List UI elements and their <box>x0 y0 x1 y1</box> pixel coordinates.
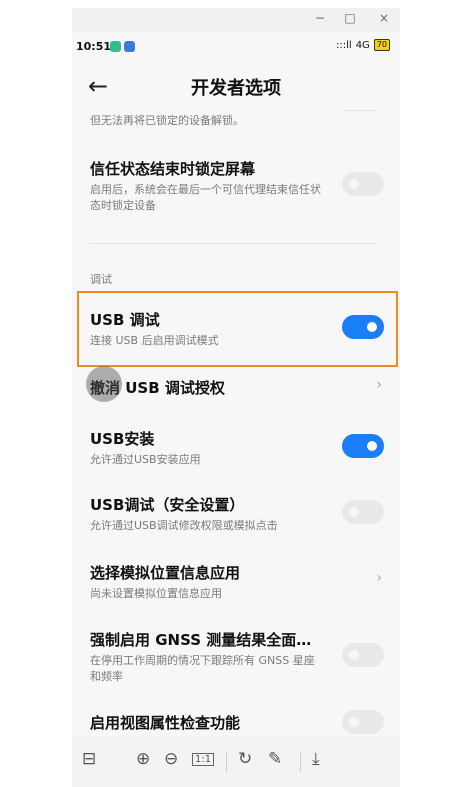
setting-title: USB调试（安全设置） <box>90 496 245 514</box>
setting-title: 信任状态结束时锁定屏幕 <box>90 160 256 178</box>
setting-title: 强制启用 GNSS 测量结果全面… <box>90 631 312 649</box>
usb-install-toggle[interactable] <box>342 434 384 458</box>
setting-subtitle: 允许通过USB安装应用 <box>90 453 201 466</box>
status-indicators: :::ll 4G 70 <box>336 39 390 51</box>
maximize-button[interactable]: □ <box>340 11 360 25</box>
zoom-in-icon[interactable]: ⊕ <box>136 749 150 769</box>
setting-subtitle: 尚未设置模拟位置信息应用 <box>90 587 222 600</box>
toolbar-divider <box>226 752 227 772</box>
section-label-debug: 调试 <box>90 273 112 286</box>
setting-usb-install[interactable]: USB安装 允许通过USB安装应用 <box>90 428 384 468</box>
setting-usb-debug-security[interactable]: USB调试（安全设置） 允许通过USB调试修改权限或模拟点击 <box>90 494 384 534</box>
trust-lock-toggle[interactable] <box>342 172 384 196</box>
actual-size-button[interactable]: 1:1 <box>192 753 215 766</box>
window-title-bar: − □ × <box>72 8 400 32</box>
toolbar-divider <box>300 752 301 772</box>
setting-subtitle: 允许通过USB调试修改权限或模拟点击 <box>90 519 278 532</box>
partial-setting-text: 但无法再将已锁定的设备解锁。 <box>90 114 244 127</box>
close-button[interactable]: × <box>374 11 394 25</box>
network-label: 4G <box>355 39 370 51</box>
app-notification-icon <box>110 41 121 52</box>
app-notification-icon <box>124 41 135 52</box>
phone-screen: 10:51 :::ll 4G 70 ← 开发者选项 但无法再将已锁定的设备解锁。… <box>72 32 400 787</box>
usb-debugging-highlight-box <box>77 291 398 367</box>
setting-subtitle: 启用后，系统会在最后一个可信代理结束信任状态时锁定设备 <box>90 183 321 212</box>
edit-icon[interactable]: ✎ <box>268 749 282 769</box>
setting-mock-location[interactable]: 选择模拟位置信息应用 尚未设置模拟位置信息应用 › <box>90 562 382 602</box>
panel-icon[interactable]: ⊟ <box>82 749 96 769</box>
setting-trust-lock[interactable]: 信任状态结束时锁定屏幕 启用后，系统会在最后一个可信代理结束信任状态时锁定设备 <box>90 158 384 214</box>
setting-title: 撤消 USB 调试授权 <box>90 379 225 397</box>
divider <box>344 110 378 111</box>
setting-title: 选择模拟位置信息应用 <box>90 564 241 582</box>
page-title: 开发者选项 <box>191 78 281 99</box>
setting-subtitle: 在停用工作周期的情况下跟踪所有 GNSS 星座和频率 <box>90 654 315 683</box>
setting-view-attr[interactable]: 启用视图属性检查功能 <box>90 710 384 734</box>
header: ← 开发者选项 <box>72 60 400 112</box>
zoom-out-icon[interactable]: ⊖ <box>164 749 178 769</box>
gnss-toggle[interactable] <box>342 643 384 667</box>
minimize-button[interactable]: − <box>310 11 330 25</box>
status-time: 10:51 <box>76 40 112 53</box>
download-icon[interactable]: ⤓ <box>312 749 320 769</box>
chevron-right-icon: › <box>376 570 382 586</box>
setting-title: USB安装 <box>90 430 155 448</box>
viewer-toolbar: ⊟ ⊕ ⊖ 1:1 ↻ ✎ ⤓ <box>72 737 400 787</box>
touch-indicator <box>86 366 122 402</box>
status-bar: 10:51 :::ll 4G 70 <box>72 32 400 60</box>
setting-title: 启用视图属性检查功能 <box>90 714 241 732</box>
view-attr-toggle[interactable] <box>342 710 384 734</box>
chevron-right-icon: › <box>376 377 382 393</box>
setting-gnss[interactable]: 强制启用 GNSS 测量结果全面… 在停用工作周期的情况下跟踪所有 GNSS 星… <box>90 629 384 685</box>
usb-debug-security-toggle[interactable] <box>342 500 384 524</box>
battery-icon: 70 <box>373 39 390 51</box>
signal-icon: :::ll <box>336 39 352 51</box>
divider <box>90 243 378 244</box>
setting-revoke-usb-auth[interactable]: 撤消 USB 调试授权 › <box>90 377 382 398</box>
rotate-icon[interactable]: ↻ <box>238 749 252 769</box>
